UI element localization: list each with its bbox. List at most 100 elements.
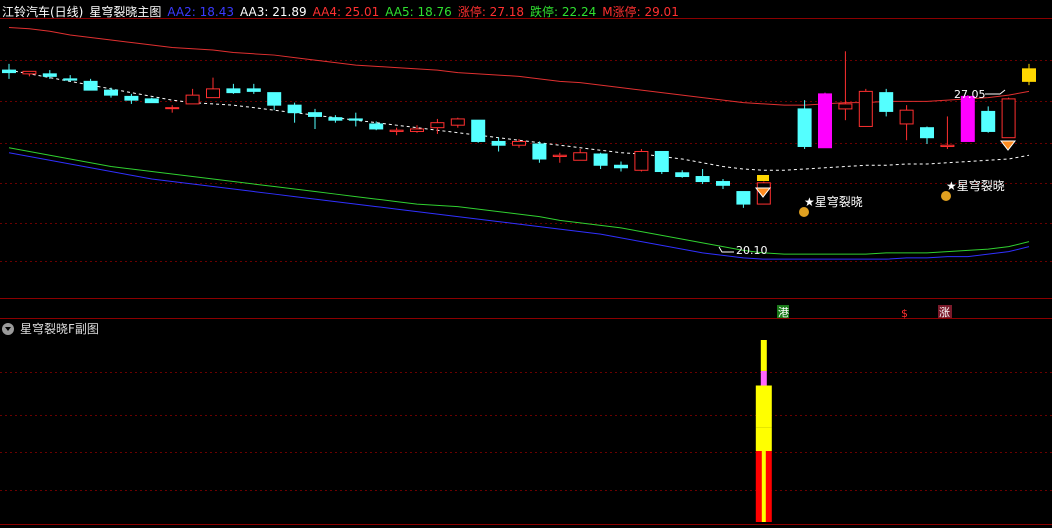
candle-22: [450, 117, 465, 128]
candle-2: [42, 70, 57, 79]
candle-body: [695, 176, 710, 183]
candle-body: [573, 152, 588, 161]
candle-body: [981, 110, 996, 132]
candle-10: [206, 77, 220, 99]
sub-bar-segment: [755, 427, 772, 452]
candle-25: [512, 138, 526, 148]
candle-body: [389, 129, 404, 132]
high-price-label: 27.05: [954, 88, 986, 101]
candle-4: [83, 78, 98, 91]
yellow-marker: [757, 175, 769, 181]
candle-body: [614, 164, 628, 169]
high-pointer: [985, 89, 1006, 95]
candle-body: [634, 150, 649, 171]
candle-36: [736, 191, 751, 208]
candle-body: [410, 128, 424, 132]
candle-20: [410, 125, 424, 133]
candle-body: [124, 95, 139, 101]
candle-body: [287, 104, 302, 114]
candle-body: [593, 153, 608, 166]
candle-body: [144, 98, 159, 104]
candle-body: [471, 119, 486, 142]
candle-body: [797, 108, 812, 147]
candle-body: [2, 69, 16, 74]
sub-bar-stripe: [761, 451, 766, 522]
sub-bar-segment: [760, 340, 767, 371]
candle-24: [491, 137, 506, 152]
money-bag-icon: [799, 207, 809, 217]
ma-blue-line: [8, 152, 1030, 260]
candle-34: [695, 169, 710, 185]
candle-32: [654, 150, 669, 175]
candle-body: [1022, 68, 1036, 82]
candle-31: [634, 148, 649, 172]
candle-23: [471, 119, 486, 143]
candle-body: [165, 107, 180, 110]
candle-16: [328, 115, 343, 123]
candle-body: [818, 93, 832, 149]
candle-47: [960, 95, 975, 142]
candle-body: [654, 150, 669, 173]
candle-body: [450, 118, 465, 126]
candlesticks: [2, 51, 1036, 208]
candle-body: [22, 70, 37, 75]
candle-body: [104, 89, 118, 96]
sub-bar-segment: [760, 370, 767, 386]
candle-body: [206, 88, 220, 99]
sub-chart: [755, 340, 772, 522]
candle-12: [246, 83, 261, 94]
candle-body: [267, 92, 282, 106]
signal-label-1: ★星穹裂晓: [804, 194, 863, 209]
candle-49: [1001, 97, 1016, 139]
candle-body: [430, 122, 445, 129]
kline-chart: 27.05 20.10 ★星穹裂晓 ★星穹裂晓港 $ 涨: [0, 18, 1052, 525]
diamond-icon: [999, 140, 1017, 151]
candle-29: [593, 152, 608, 170]
candle-body: [552, 154, 567, 157]
candle-body: [736, 191, 751, 205]
candle-30: [614, 161, 628, 172]
candle-body: [83, 80, 98, 91]
candle-body: [899, 109, 914, 125]
candle-body: [675, 172, 690, 178]
candle-body: [369, 123, 384, 130]
candle-41: [838, 51, 853, 121]
candle-40: [818, 92, 832, 149]
candle-33: [675, 170, 690, 178]
candle-body: [246, 88, 261, 92]
candle-35: [716, 179, 730, 190]
candle-body: [1001, 98, 1016, 139]
candle-3: [63, 75, 78, 82]
candle-18: [369, 121, 384, 131]
candle-body: [491, 140, 506, 146]
tag-zhang: 涨: [939, 306, 950, 319]
candle-body: [838, 103, 853, 110]
candle-body: [63, 78, 78, 81]
candle-0: [2, 63, 16, 79]
candle-17: [348, 112, 363, 127]
candle-14: [287, 102, 302, 123]
candle-9: [185, 88, 200, 105]
low-price-label: 20.10: [736, 244, 768, 257]
ma-white-line: [8, 69, 1030, 171]
candle-body: [960, 95, 975, 142]
candle-15: [308, 108, 322, 129]
candle-11: [226, 83, 241, 94]
candle-body: [716, 181, 730, 186]
candle-body: [512, 140, 526, 146]
candle-8: [165, 105, 180, 113]
tag-s: $: [901, 307, 908, 320]
candle-body: [185, 94, 200, 105]
candle-5: [104, 87, 118, 98]
tag-gang: 港: [778, 306, 789, 319]
candle-42: [858, 88, 873, 127]
candle-21: [430, 118, 445, 134]
signal-label-2: ★星穹裂晓: [946, 178, 1005, 193]
candle-body: [858, 90, 873, 127]
candle-body: [42, 73, 57, 77]
candle-28: [573, 148, 588, 161]
candle-body: [328, 117, 343, 121]
ma-green-line: [8, 147, 1030, 255]
chart-grid: [0, 18, 1052, 525]
candle-27: [552, 152, 567, 163]
